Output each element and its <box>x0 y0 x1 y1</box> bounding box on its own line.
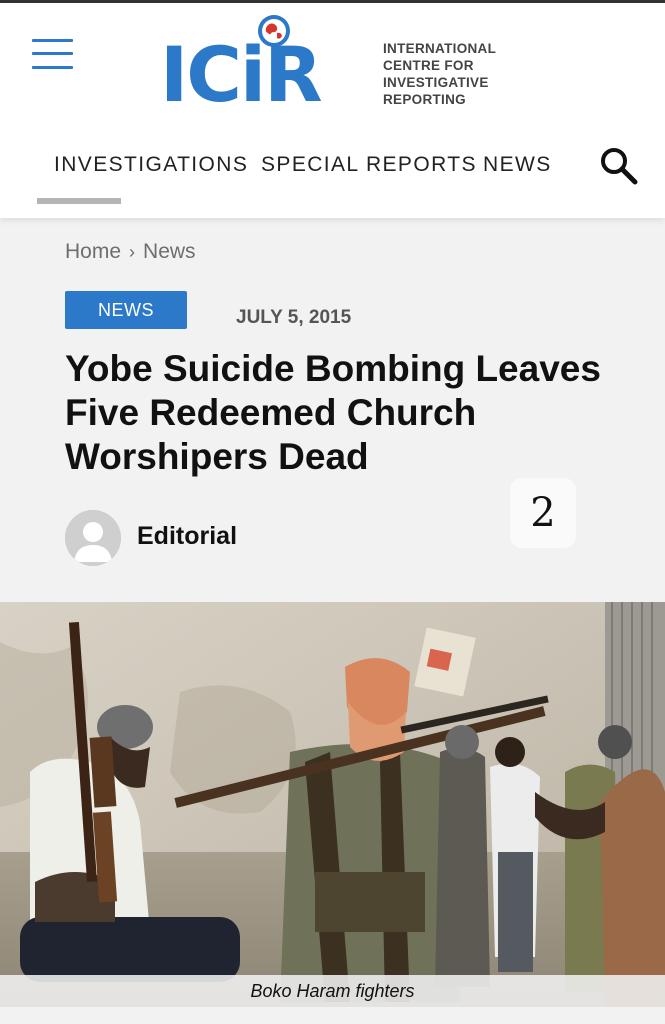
nav-item-special-reports[interactable]: SPECIAL REPORTS <box>261 153 477 177</box>
page-bottom <box>0 1007 665 1024</box>
breadcrumb-current[interactable]: News <box>143 240 196 263</box>
site-header: ICiR INTERNATIONAL CENTRE FOR INVESTIGAT… <box>0 3 665 218</box>
breadcrumb-separator: › <box>129 242 136 262</box>
globe-icon <box>258 15 290 47</box>
image-caption: Boko Haram fighters <box>0 975 665 1007</box>
logo-subtitle: INTERNATIONAL CENTRE FOR INVESTIGATIVE R… <box>383 40 523 108</box>
article-date: JULY 5, 2015 <box>236 307 352 328</box>
page-marker: 2 <box>510 478 576 548</box>
logo-subtitle-line: REPORTING <box>383 92 466 107</box>
featured-image-illustration <box>0 602 665 1007</box>
logo-subtitle-line: INTERNATIONAL <box>383 41 497 56</box>
article-featured-image <box>0 602 665 1007</box>
article-title: Yobe Suicide Bombing Leaves Five Redeeme… <box>65 348 601 477</box>
avatar-placeholder-icon[interactable] <box>65 510 121 566</box>
logo-subtitle-line: INVESTIGATIVE <box>383 75 489 90</box>
nav-item-investigations[interactable]: INVESTIGATIONS <box>54 153 248 177</box>
author-name[interactable]: Editorial <box>137 522 237 551</box>
main-nav: INVESTIGATIONS SPECIAL REPORTS NEWS <box>0 153 665 193</box>
logo-wordmark: ICiR <box>160 30 323 119</box>
search-icon[interactable] <box>598 145 640 187</box>
breadcrumb-home[interactable]: Home <box>65 240 121 263</box>
category-badge[interactable]: NEWS <box>65 291 187 329</box>
breadcrumb: Home › News <box>65 240 196 264</box>
site-logo[interactable]: ICiR <box>160 13 360 119</box>
hamburger-menu-icon[interactable] <box>32 39 74 71</box>
logo-subtitle-line: CENTRE FOR <box>383 58 474 73</box>
active-nav-indicator <box>37 198 121 204</box>
nav-item-news[interactable]: NEWS <box>483 153 552 177</box>
